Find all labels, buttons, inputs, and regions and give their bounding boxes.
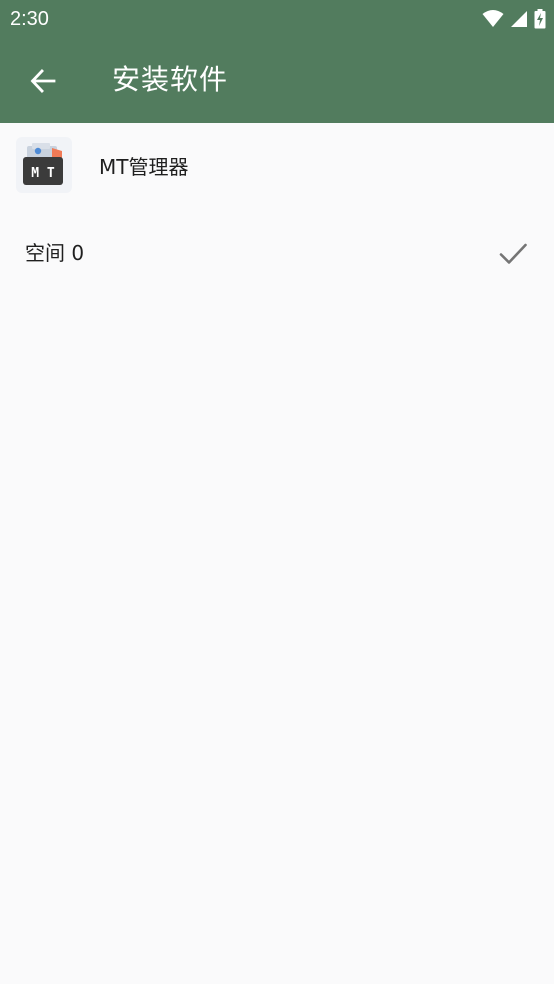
battery-charging-icon bbox=[534, 9, 546, 29]
checkmark-icon bbox=[499, 243, 527, 264]
back-button[interactable] bbox=[18, 56, 68, 106]
page-title: 安装软件 bbox=[112, 63, 229, 96]
app-icon-label: M T bbox=[31, 166, 55, 181]
status-icons bbox=[482, 8, 546, 30]
app-info-row: M T MT管理器 bbox=[0, 123, 554, 211]
wifi-icon bbox=[482, 10, 504, 27]
status-time: 2:30 bbox=[10, 8, 49, 30]
app-bar: 安装软件 bbox=[0, 38, 554, 123]
arrow-left-icon bbox=[30, 69, 56, 93]
install-app-screen: 2:30 安装软件 M T MT管理器 空间 0 bbox=[0, 0, 554, 984]
space-option-label: 空间 0 bbox=[25, 241, 85, 265]
mt-manager-app-icon: M T bbox=[16, 137, 72, 193]
app-name: MT管理器 bbox=[99, 155, 189, 179]
status-bar: 2:30 bbox=[0, 0, 554, 38]
cell-signal-icon bbox=[511, 11, 527, 27]
space-option-0[interactable]: 空间 0 bbox=[0, 213, 554, 293]
